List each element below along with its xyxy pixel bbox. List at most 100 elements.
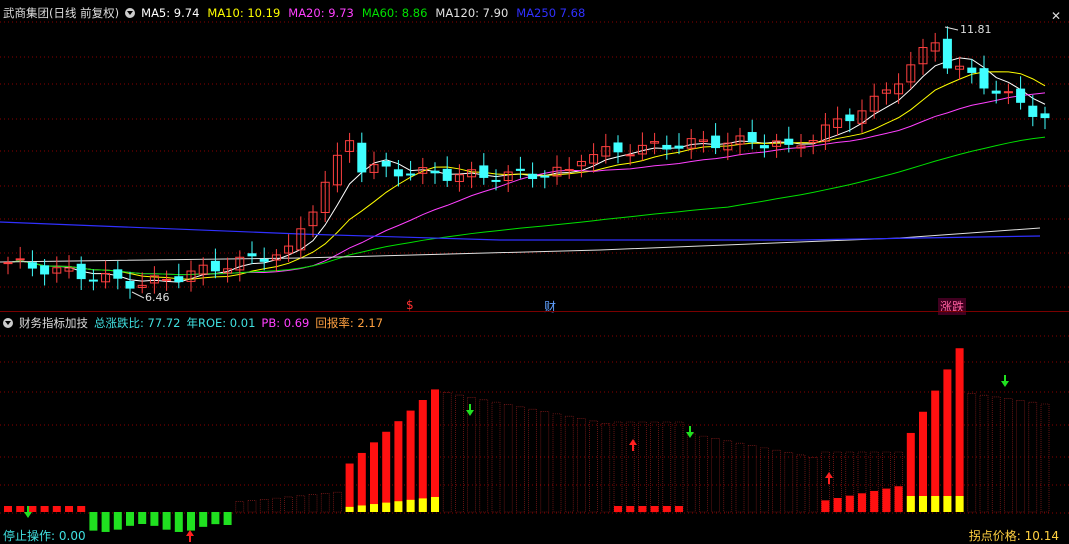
- sub-red-bar: [52, 506, 61, 512]
- candle-body: [381, 160, 391, 167]
- candle-body: [625, 154, 635, 157]
- candle-body: [162, 278, 172, 281]
- sub-green-bar: [89, 512, 98, 531]
- candle-body: [393, 169, 403, 177]
- candle-body: [747, 132, 757, 143]
- candlesticks: [3, 26, 1050, 299]
- sub-outline-bar: [979, 394, 989, 513]
- sub-red-bar: [394, 421, 403, 512]
- turning-point-value: 10.14: [1024, 529, 1059, 543]
- sub-outline-bar: [735, 442, 745, 513]
- sub-red-bar: [406, 410, 415, 512]
- sub-red-bar: [77, 506, 86, 512]
- candle-body: [113, 269, 123, 279]
- sub-red-bar: [370, 442, 378, 512]
- sub-indicator-chart[interactable]: [0, 312, 1069, 544]
- sub-outline-bar: [308, 494, 318, 513]
- sub-outline-bar: [333, 491, 342, 513]
- sub-green-bar: [162, 512, 171, 530]
- low-price-label: 6.46: [145, 291, 170, 304]
- sub-yellow-bar: [906, 496, 915, 512]
- sub-green-bar: [174, 512, 183, 532]
- sub-green-bar: [211, 512, 220, 525]
- sub-outline-bar: [259, 498, 269, 513]
- candle-body: [845, 114, 855, 122]
- candle-body: [40, 265, 50, 275]
- sub-outline-bar: [467, 397, 476, 513]
- sub-outline-bar: [601, 422, 611, 513]
- sub-outline-bar: [747, 445, 757, 513]
- sub-outline-bar: [442, 392, 452, 513]
- main-price-chart[interactable]: [0, 0, 1069, 312]
- sub-green-bar: [223, 512, 232, 525]
- sub-red-bar: [4, 506, 12, 512]
- sub-outline-bar: [320, 493, 330, 513]
- price-annotations: [131, 26, 959, 299]
- candle-body: [662, 144, 672, 150]
- sub-outline-bar: [516, 406, 525, 513]
- stop-operation-value: 0.00: [58, 529, 86, 543]
- candle-body: [1016, 88, 1026, 103]
- sub-red-bar: [614, 506, 622, 512]
- sub-outline-bar: [772, 449, 781, 513]
- candle-body: [711, 135, 721, 149]
- sub-green-bar: [199, 512, 208, 527]
- turning-point-label: 拐点价格:: [968, 529, 1021, 543]
- sub-red-bar: [28, 506, 37, 512]
- sub-outline-bar: [967, 393, 977, 513]
- sub-yellow-bar: [931, 496, 940, 512]
- sub-outline-bar: [711, 438, 720, 513]
- high-price-label: 11.81: [960, 23, 992, 36]
- candle-body: [210, 260, 220, 272]
- sub-outline-bar: [686, 433, 696, 513]
- turning-point-readout: 拐点价格: 10.14: [969, 527, 1059, 544]
- sub-red-bar: [833, 498, 842, 512]
- sell-arrow-icon: [1001, 375, 1009, 387]
- sub-green-bar: [187, 512, 195, 531]
- candle-body: [174, 276, 184, 283]
- sub-red-bar: [431, 389, 439, 512]
- sub-outline-bar: [674, 421, 684, 513]
- sub-outline-bar: [577, 418, 586, 513]
- candle-body: [515, 168, 525, 171]
- candle-body: [479, 165, 489, 178]
- ma-line: [7, 57, 1046, 283]
- candle-body: [3, 262, 13, 265]
- event-marker-dividend[interactable]: $: [406, 298, 414, 312]
- sub-red-bar: [845, 495, 854, 512]
- sub-outline-bar: [589, 420, 598, 513]
- sub-outline-bar: [272, 497, 281, 513]
- sub-outline-bar: [662, 421, 672, 513]
- sub-outline-bar: [284, 496, 293, 513]
- sub-red-bar: [418, 400, 427, 512]
- candle-body: [259, 258, 269, 262]
- sub-red-bar: [650, 506, 659, 512]
- sub-yellow-bar: [382, 502, 391, 512]
- sub-red-bar: [894, 486, 903, 512]
- sub-yellow-bar: [394, 501, 403, 512]
- sub-outline-bar: [638, 421, 647, 513]
- sub-red-bar: [626, 506, 635, 512]
- sub-yellow-bar: [943, 496, 952, 512]
- candle-body: [991, 90, 1001, 94]
- candle-body: [430, 170, 440, 174]
- candle-body: [125, 280, 135, 289]
- sub-outline-bar: [796, 454, 806, 513]
- sub-outline-bar: [564, 415, 574, 513]
- candle-body: [1028, 105, 1038, 117]
- sub-red-bar: [955, 348, 964, 512]
- sub-red-bar: [882, 488, 891, 512]
- sub-outline-bar: [1004, 398, 1013, 513]
- sub-red-bar: [858, 493, 866, 512]
- sub-green-bar: [138, 512, 147, 525]
- sub-yellow-bar: [370, 504, 378, 512]
- ma250-line: [0, 221, 1041, 241]
- sub-outline-bar: [296, 495, 306, 513]
- sub-green-bar: [126, 512, 134, 526]
- sub-outline-bar: [991, 396, 1001, 513]
- candle-body: [406, 173, 416, 176]
- sub-yellow-bar: [418, 498, 427, 512]
- candle-body: [942, 38, 952, 69]
- sub-red-bar: [40, 506, 49, 512]
- candle-body: [759, 145, 769, 149]
